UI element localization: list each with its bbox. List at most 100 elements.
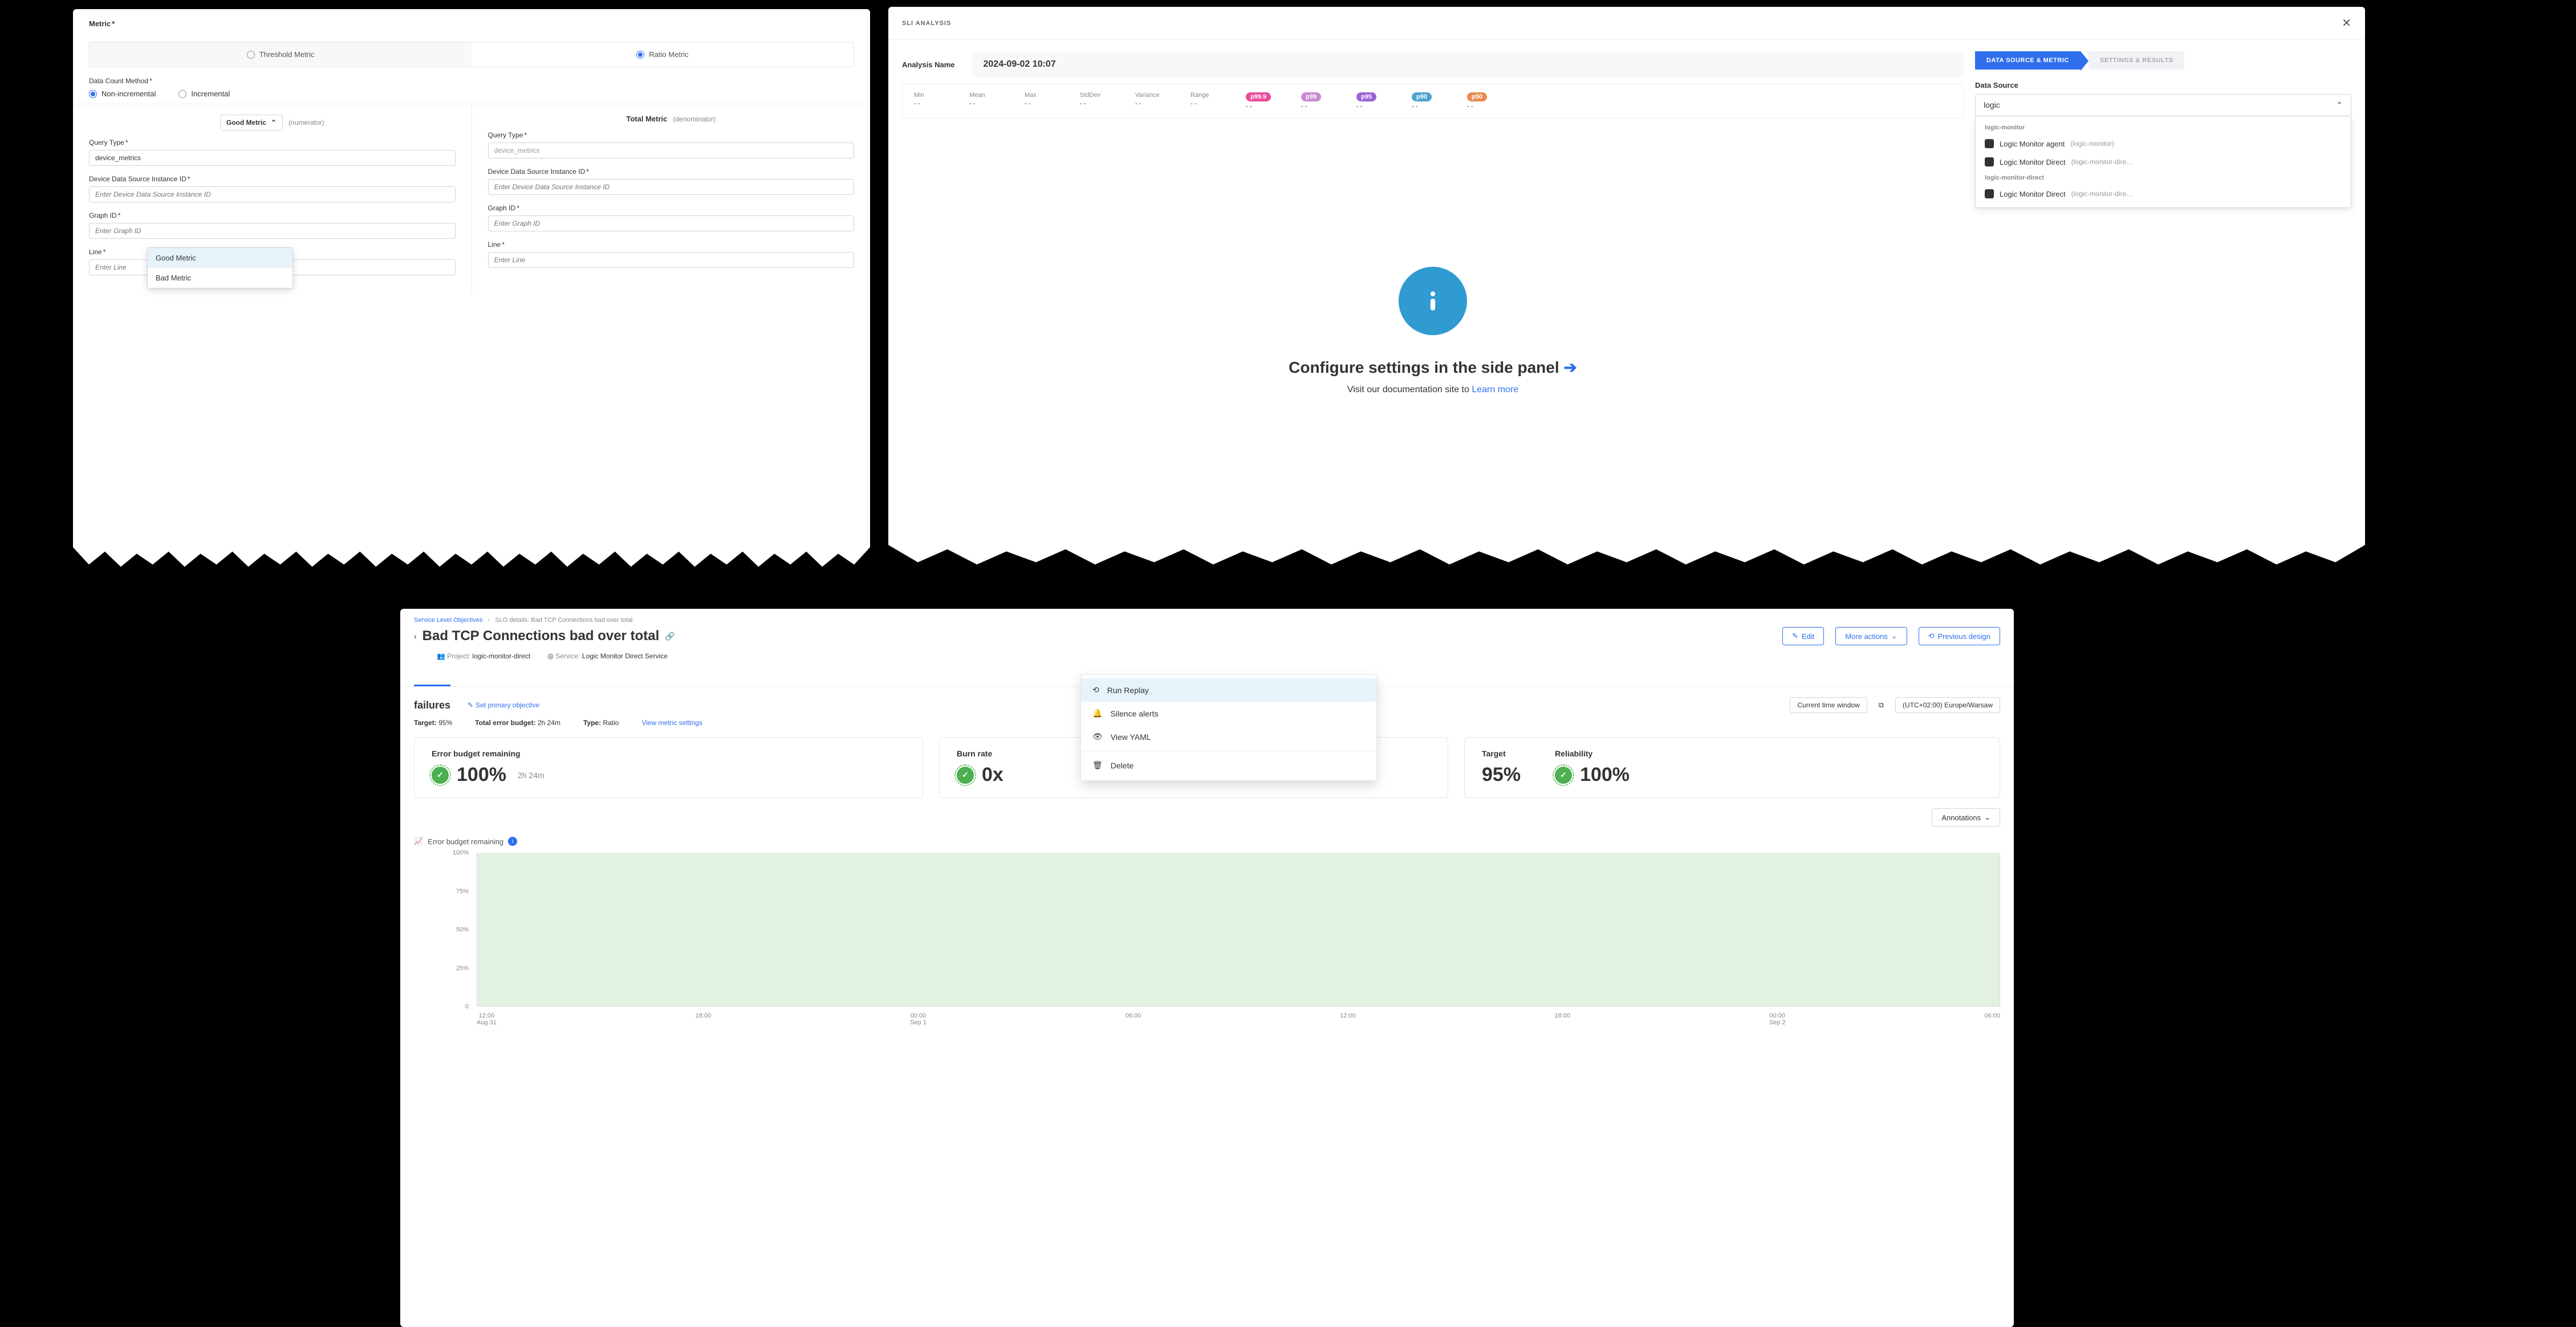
stat-key: Max [1025,92,1067,99]
datasource-icon [1985,157,1994,166]
meta-value: 95% [438,719,452,727]
close-icon[interactable]: ✕ [2342,16,2351,30]
tab-active[interactable] [414,667,450,686]
card-title: Error budget remaining [432,749,905,758]
dropdown-item-good[interactable]: Good Metric [148,248,292,268]
tz-value: (UTC+02:00) Europe/Warsaw [1903,701,1993,709]
data-source-value: logic [1984,100,2000,110]
empty-text: Visit our documentation site to Learn mo… [902,385,1964,395]
set-primary-link[interactable]: ✎Set primary objective [468,701,539,709]
arrow-right-icon: ➔ [1563,359,1577,376]
stat-value: - - [914,100,920,107]
device-ds-input[interactable] [488,179,855,195]
objective-name: failures [414,699,450,711]
count-method-label: Data Count Method [89,77,152,85]
tab-ratio[interactable]: Ratio Metric [472,42,854,67]
dropdown-item[interactable]: Logic Monitor Direct (logic-monitor-dire… [1976,153,2351,171]
previous-design-button[interactable]: ⟲Previous design [1919,627,2000,645]
item-sub: (logic-monitor-dire… [2071,158,2134,166]
query-type-input[interactable] [89,150,456,166]
percentile-pill: p99.9 [1246,92,1271,101]
graph-id-label: Graph ID [488,204,855,212]
item-sub: (logic-monitor) [2070,140,2114,148]
percentile-pill: p50 [1467,92,1487,101]
edit-button[interactable]: ✎Edit [1782,627,1824,645]
menu-delete[interactable]: 🗑Delete [1081,754,1376,777]
learn-more-link[interactable]: Learn more [1472,385,1518,394]
x-tick: 12:00Aug 31 [477,1012,497,1026]
query-type-input[interactable] [488,143,855,158]
breadcrumb-root[interactable]: Service Level Objectives [414,617,482,624]
meta-key: Service: [555,652,580,660]
stat-value: - - [1412,103,1417,110]
button-label: Previous design [1938,632,1991,641]
button-label: More actions [1845,632,1887,641]
y-tick: 100% [453,849,469,856]
stat-value: - - [1191,100,1196,107]
annotations-button[interactable]: Annotations ⌄ [1932,808,2000,827]
view-metric-settings-link[interactable]: View metric settings [641,719,702,727]
dropdown-item[interactable]: Logic Monitor Direct (logic-monitor-dire… [1976,185,2351,203]
stat-item: StdDev- - [1080,92,1123,110]
data-source-select[interactable]: logic ⌃ [1975,94,2351,116]
percentile-pill: p95 [1356,92,1376,101]
graph-id-input[interactable] [488,215,855,231]
time-window-select[interactable]: Current time window [1790,697,1867,713]
analysis-name-label: Analysis Name [902,60,955,69]
stat-item: Variance- - [1135,92,1178,110]
empty-heading-text: Configure settings in the side panel [1289,359,1559,376]
stat-key: StdDev [1080,92,1123,99]
stat-value: - - [1356,103,1362,110]
chart-icon: 📈 [414,837,423,846]
radio-incremental[interactable]: Incremental [178,89,230,98]
good-metric-select[interactable]: Good Metric ⌃ [220,115,283,131]
menu-view-yaml[interactable]: 👁View YAML [1081,725,1376,748]
copy-icon[interactable]: ⧉ [1879,701,1884,710]
dropdown-item-bad[interactable]: Bad Metric [148,268,292,288]
chevron-up-icon: ⌃ [2336,100,2343,110]
chevron-right-icon[interactable]: › [414,632,417,641]
link-icon[interactable]: 🔗 [665,632,675,641]
empty-heading: Configure settings in the side panel ➔ [902,358,1964,377]
line-input[interactable] [488,252,855,268]
step-settings[interactable]: SETTINGS & RESULTS [2089,51,2185,70]
menu-label: View YAML [1111,732,1151,742]
torn-edge [73,547,870,569]
step-data-source[interactable]: DATA SOURCE & METRIC [1975,51,2081,70]
dropdown-item[interactable]: Logic Monitor agent (logic-monitor) [1976,135,2351,153]
data-source-label: Data Source [1975,81,2351,89]
tab-threshold[interactable]: Threshold Metric [90,42,472,67]
stat-value: - - [1080,100,1086,107]
stat-item: p90- - [1412,92,1454,110]
metric-type-tabs: Threshold Metric Ratio Metric [89,42,854,67]
x-tick: 06:00 [1984,1012,2000,1026]
device-ds-label: Device Data Source Instance ID [89,175,456,183]
menu-run-replay[interactable]: ⟲Run Replay [1081,678,1376,702]
stat-item: Range- - [1191,92,1233,110]
trash-icon: 🗑 [1092,760,1103,770]
info-icon[interactable]: i [508,837,517,846]
target-meta: Target: 95% [414,719,452,727]
wizard-stepper: DATA SOURCE & METRIC SETTINGS & RESULTS [1975,51,2351,70]
device-ds-input[interactable] [89,186,456,202]
timezone-select[interactable]: (UTC+02:00) Europe/Warsaw [1895,697,2000,713]
card-title: Reliability [1555,749,1630,758]
y-tick: 50% [456,926,469,933]
stat-value: - - [1467,103,1473,110]
panel-title: SLI ANALYSIS [902,20,951,27]
breadcrumb-current: SLO details: Bad TCP Connections bad ove… [495,617,632,624]
menu-label: Silence alerts [1110,709,1158,718]
more-actions-button[interactable]: More actions⌄ [1835,627,1907,645]
card-target-reliability: Target 95% Reliability 100% [1464,737,2000,798]
total-metric-label: Total Metric [626,115,667,123]
stat-value: - - [969,100,975,107]
radio-non-incremental[interactable]: Non-incremental [89,89,156,98]
menu-silence-alerts[interactable]: 🔔Silence alerts [1081,702,1376,725]
y-tick: 0 [465,1003,469,1010]
card-value: 95% [1482,764,1521,786]
graph-id-input[interactable] [89,223,456,239]
info-icon [1399,267,1467,335]
analysis-name-value[interactable]: 2024-09-02 10:07 [972,51,1964,78]
x-axis: 12:00Aug 3118:0000:00Sep 106:0012:0018:0… [477,1012,2000,1026]
meta-key: Type: [583,719,601,727]
